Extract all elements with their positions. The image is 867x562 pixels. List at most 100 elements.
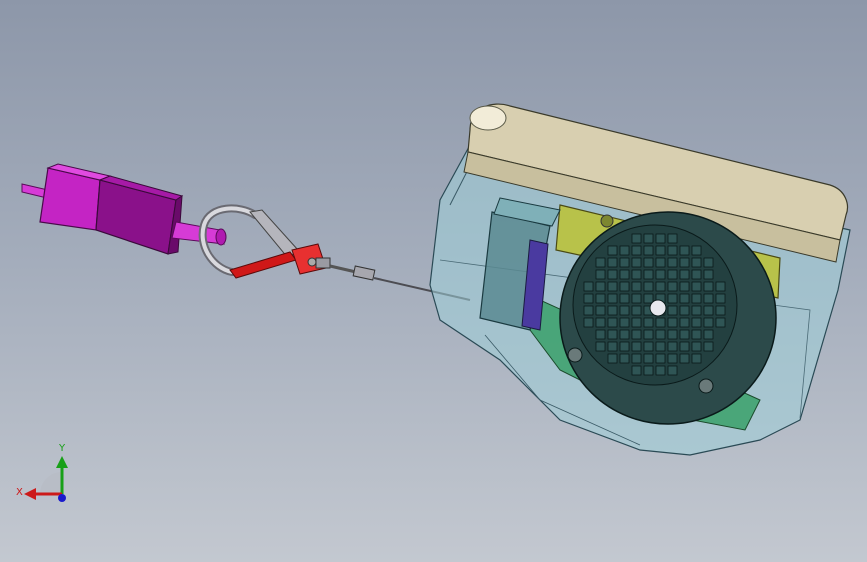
grille-cell bbox=[643, 233, 654, 244]
grille-cell bbox=[667, 233, 678, 244]
grille-cell bbox=[619, 353, 630, 364]
grille-cell bbox=[667, 365, 678, 376]
grille-cell bbox=[631, 341, 642, 352]
grille-cell bbox=[679, 293, 690, 304]
grille-cell bbox=[631, 329, 642, 340]
grille-cell bbox=[703, 293, 714, 304]
grille-cell bbox=[631, 305, 642, 316]
grille-cell bbox=[643, 269, 654, 280]
grille-cell bbox=[607, 281, 618, 292]
x-axis-label: X bbox=[16, 487, 23, 498]
grille-cell bbox=[607, 293, 618, 304]
grille-cell bbox=[607, 317, 618, 328]
grille-cell bbox=[691, 293, 702, 304]
grille-cell bbox=[643, 317, 654, 328]
z-axis-dot bbox=[58, 494, 66, 502]
grille-cell bbox=[595, 317, 606, 328]
grille-cell bbox=[607, 245, 618, 256]
grille-cell bbox=[643, 341, 654, 352]
grille-cell bbox=[655, 257, 666, 268]
grille-cell bbox=[643, 329, 654, 340]
grille-cell bbox=[583, 305, 594, 316]
grille-cell bbox=[655, 353, 666, 364]
grille-cell bbox=[595, 305, 606, 316]
grille-cell bbox=[655, 281, 666, 292]
grille-cell bbox=[667, 329, 678, 340]
grille-cell bbox=[667, 341, 678, 352]
grille-cell bbox=[679, 353, 690, 364]
grille-cell bbox=[631, 317, 642, 328]
grille-cell bbox=[655, 329, 666, 340]
grille-cell bbox=[655, 233, 666, 244]
grille-cell bbox=[607, 353, 618, 364]
grille-cell bbox=[679, 305, 690, 316]
grille-cell bbox=[715, 281, 726, 292]
grille-cell bbox=[655, 317, 666, 328]
x-axis-arrowhead bbox=[24, 488, 36, 500]
grille-cell bbox=[703, 257, 714, 268]
grille-cell bbox=[679, 245, 690, 256]
motor-fan[interactable] bbox=[559, 211, 777, 425]
grille-cell bbox=[715, 305, 726, 316]
grille-cell bbox=[703, 341, 714, 352]
grille-cell bbox=[619, 281, 630, 292]
grille-cell bbox=[619, 257, 630, 268]
grille-cell bbox=[619, 341, 630, 352]
grille-cell bbox=[631, 269, 642, 280]
grille-cell bbox=[631, 233, 642, 244]
grille-cell bbox=[595, 257, 606, 268]
grille-cell bbox=[619, 329, 630, 340]
grille-cell bbox=[703, 329, 714, 340]
grille-cell bbox=[595, 281, 606, 292]
y-axis-label: Y bbox=[59, 443, 66, 454]
grille-cell bbox=[655, 341, 666, 352]
grille-cell bbox=[667, 353, 678, 364]
grille-cell bbox=[667, 269, 678, 280]
magenta-plug[interactable] bbox=[21, 163, 227, 255]
grille-cell bbox=[631, 365, 642, 376]
grille-cell bbox=[703, 317, 714, 328]
grille-cell bbox=[667, 305, 678, 316]
grille-cell bbox=[631, 353, 642, 364]
grille-cell bbox=[631, 245, 642, 256]
grille-cell bbox=[655, 365, 666, 376]
grille-cell bbox=[691, 269, 702, 280]
grille-cell bbox=[691, 245, 702, 256]
grille-cell bbox=[619, 245, 630, 256]
grille-cell bbox=[703, 305, 714, 316]
grille-cell bbox=[607, 341, 618, 352]
grille-cell bbox=[607, 269, 618, 280]
grille-cell bbox=[595, 329, 606, 340]
grille-cell bbox=[679, 341, 690, 352]
grille-cell bbox=[655, 245, 666, 256]
grille-cell bbox=[643, 281, 654, 292]
grille-cell bbox=[691, 317, 702, 328]
cad-viewport[interactable]: Y X bbox=[0, 0, 867, 562]
grille-cell bbox=[715, 317, 726, 328]
grille-cell bbox=[679, 281, 690, 292]
grille-cell bbox=[631, 257, 642, 268]
grille-cell bbox=[607, 257, 618, 268]
grille-cell bbox=[583, 317, 594, 328]
grille-cell bbox=[691, 281, 702, 292]
grille-cell bbox=[583, 281, 594, 292]
grille-cell bbox=[619, 269, 630, 280]
grille-cell bbox=[607, 305, 618, 316]
axis-triad bbox=[24, 456, 68, 502]
grille-cell bbox=[631, 281, 642, 292]
grille-cell bbox=[583, 293, 594, 304]
grille-cell bbox=[703, 281, 714, 292]
grille-cell bbox=[691, 329, 702, 340]
grille-cell bbox=[667, 293, 678, 304]
grille-cell bbox=[643, 365, 654, 376]
grille-cell bbox=[655, 269, 666, 280]
grille-cell bbox=[691, 353, 702, 364]
grille-cell bbox=[679, 317, 690, 328]
grille-cell bbox=[595, 269, 606, 280]
y-axis-arrowhead bbox=[56, 456, 68, 468]
grille-cell bbox=[667, 281, 678, 292]
grille-cell bbox=[607, 329, 618, 340]
grille-cell bbox=[679, 269, 690, 280]
grille-cell bbox=[667, 245, 678, 256]
grille-cell bbox=[667, 317, 678, 328]
